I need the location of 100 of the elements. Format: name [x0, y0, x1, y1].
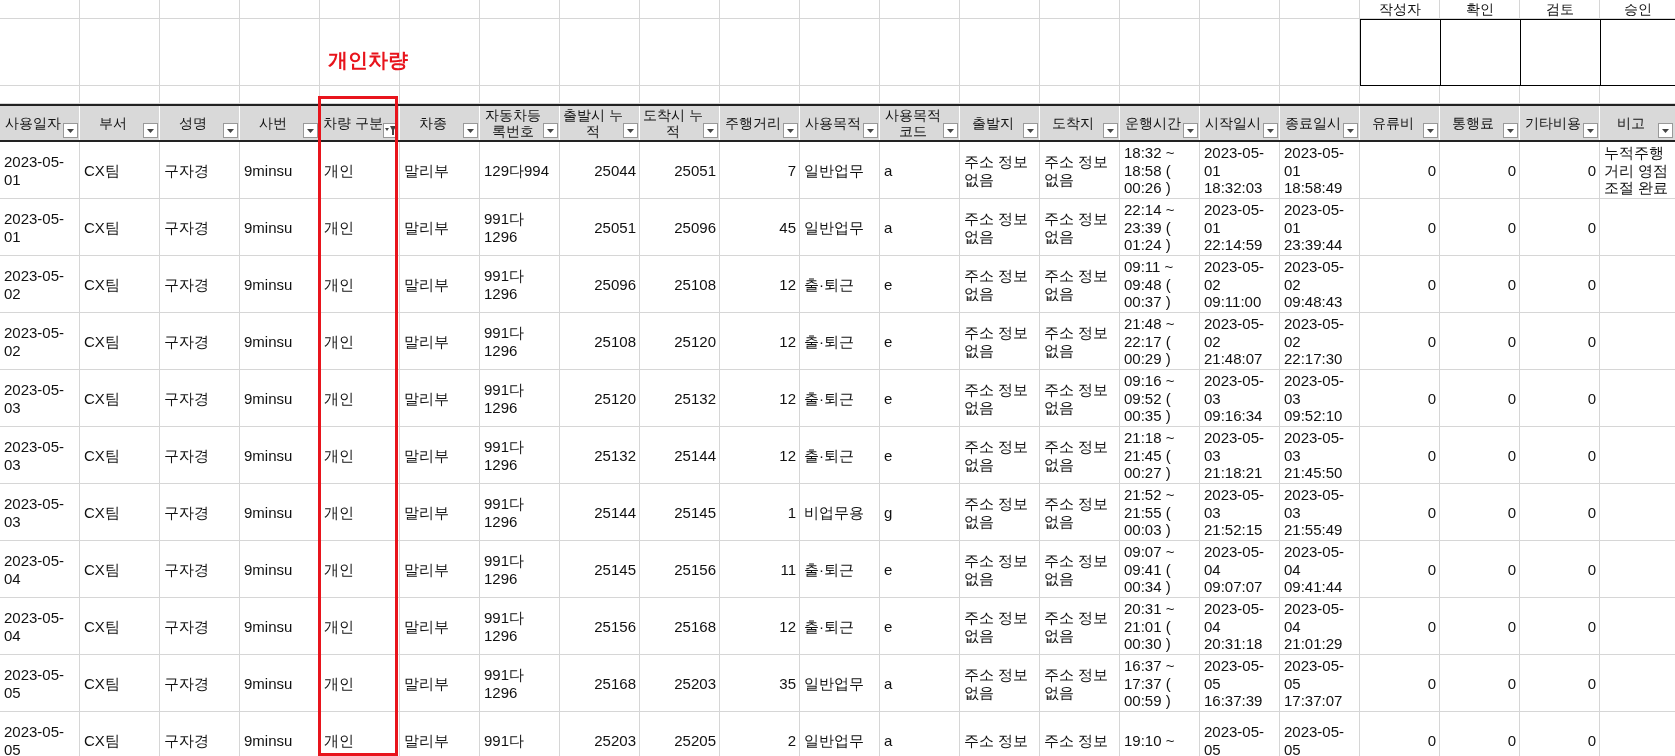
- dropdown-button[interactable]: [303, 123, 318, 138]
- table-cell-text: 2023-05-04: [4, 552, 66, 587]
- table-cell: 25144: [674, 446, 716, 465]
- column-header: 유류비: [1372, 115, 1414, 131]
- table-cell: CX팀: [84, 731, 120, 750]
- dropdown-button[interactable]: [1343, 123, 1358, 138]
- table-cell: 25108: [674, 275, 716, 294]
- dropdown-button[interactable]: [463, 123, 478, 138]
- table-cell: 비업무용: [804, 503, 864, 522]
- column-header: 출발시 누적: [563, 107, 623, 139]
- table-cell: 일반업무: [804, 674, 864, 693]
- table-cell: 25156: [674, 560, 716, 579]
- table-cell: 구자경: [164, 275, 209, 294]
- table-cell-text: 주소 정보 없음: [1044, 495, 1110, 530]
- dropdown-button[interactable]: [63, 123, 78, 138]
- table-cell: 0: [1507, 218, 1516, 237]
- approval-label: 확인: [1466, 0, 1494, 19]
- table-cell: 0: [1427, 446, 1436, 465]
- table-cell-text: 991다 1296: [484, 609, 526, 644]
- table-cell: 0: [1427, 389, 1436, 408]
- table-cell-text: 18:32 ~ 18:58 ( 00:26 ): [1124, 144, 1176, 197]
- table-cell-text: 주소 정보 없음: [1044, 210, 1110, 245]
- table-cell-text: 991다 1296: [484, 552, 526, 587]
- table-cell-text: 991다 1296: [484, 324, 526, 359]
- table-cell: 구자경: [164, 731, 209, 750]
- table-cell: 개인: [324, 332, 354, 351]
- dropdown-button[interactable]: [783, 123, 798, 138]
- table-cell: 0: [1507, 389, 1516, 408]
- table-cell-text: 2023-05-04 20:31:18: [1204, 600, 1266, 653]
- approval-label: 작성자: [1379, 0, 1421, 19]
- table-cell: CX팀: [84, 161, 120, 180]
- table-cell: 구자경: [164, 332, 209, 351]
- table-cell: 출·퇴근: [804, 332, 854, 351]
- dropdown-button[interactable]: [943, 123, 958, 138]
- dropdown-button[interactable]: [1183, 123, 1198, 138]
- table-cell-text: 20:31 ~ 21:01 ( 00:30 ): [1124, 600, 1176, 653]
- table-cell: 주소 정보: [964, 731, 1029, 750]
- dropdown-button[interactable]: [623, 123, 638, 138]
- dropdown-button[interactable]: [1263, 123, 1278, 138]
- table-cell-text: 2023-05-03 09:52:10: [1284, 372, 1346, 425]
- table-cell: 25144: [594, 503, 636, 522]
- table-cell: 12: [779, 332, 796, 351]
- table-cell: 0: [1587, 389, 1596, 408]
- dropdown-button[interactable]: [1023, 123, 1038, 138]
- table-cell: CX팀: [84, 218, 120, 237]
- table-cell: CX팀: [84, 332, 120, 351]
- table-cell: 말리부: [404, 731, 449, 750]
- table-cell: 0: [1587, 731, 1596, 750]
- dropdown-button[interactable]: [1103, 123, 1118, 138]
- table-cell: 0: [1507, 731, 1516, 750]
- table-cell: 말리부: [404, 446, 449, 465]
- table-cell: 구자경: [164, 674, 209, 693]
- table-cell-text: 2023-05-03 21:18:21: [1204, 429, 1266, 482]
- approval-label: 승인: [1623, 0, 1652, 19]
- table-cell: 구자경: [164, 389, 209, 408]
- table-cell: 25096: [594, 275, 636, 294]
- dropdown-button[interactable]: [1658, 123, 1673, 138]
- dropdown-button[interactable]: [143, 123, 158, 138]
- dropdown-button[interactable]: [1423, 123, 1438, 138]
- column-header: 차종: [419, 115, 447, 131]
- dropdown-button[interactable]: [543, 123, 558, 138]
- table-cell: a: [884, 161, 893, 180]
- table-cell-text: 주소 정보 없음: [1044, 381, 1110, 416]
- table-cell-text: 2023-05-03 09:16:34: [1204, 372, 1266, 425]
- table-cell: 9minsu: [244, 218, 293, 237]
- caret-icon: [306, 128, 315, 134]
- table-cell: 25051: [594, 218, 636, 237]
- dropdown-button[interactable]: [863, 123, 878, 138]
- table-cell: 0: [1507, 503, 1516, 522]
- table-cell: 구자경: [164, 503, 209, 522]
- table-cell-text: 2023-05-03: [4, 438, 66, 473]
- table-cell-text: 2023-05-02 22:17:30: [1284, 315, 1346, 368]
- column-header: 사용일자: [5, 115, 61, 131]
- table-cell: 9minsu: [244, 446, 293, 465]
- table-cell-text: 주소 정보 없음: [1044, 666, 1110, 701]
- table-cell: 구자경: [164, 560, 209, 579]
- table-cell: 말리부: [404, 674, 449, 693]
- table-cell-text: 2023-05-04 09:41:44: [1284, 543, 1346, 596]
- table-cell: 말리부: [404, 332, 449, 351]
- table-cell: 개인: [324, 731, 354, 750]
- table-cell: 0: [1427, 332, 1436, 351]
- dropdown-button[interactable]: [1503, 123, 1518, 138]
- table-cell: 주소 정보: [1044, 731, 1109, 750]
- column-header: 출발지: [972, 115, 1014, 131]
- table-cell: 구자경: [164, 218, 209, 237]
- table-cell: 25156: [594, 617, 636, 636]
- table-cell: 12: [779, 275, 796, 294]
- table-cell-text: 주소 정보 없음: [964, 495, 1030, 530]
- dropdown-button[interactable]: [703, 123, 718, 138]
- dropdown-button[interactable]: [223, 123, 238, 138]
- table-cell-text: 991다 1296: [484, 381, 526, 416]
- table-cell: e: [884, 617, 893, 636]
- table-cell: 25203: [674, 674, 716, 693]
- dropdown-button[interactable]: [1583, 123, 1598, 138]
- table-cell: 12: [779, 617, 796, 636]
- table-cell-text: 주소 정보 없음: [964, 267, 1030, 302]
- table-cell: 개인: [324, 389, 354, 408]
- table-cell-text: 2023-05-01 18:58:49: [1284, 144, 1346, 197]
- table-cell: CX팀: [84, 446, 120, 465]
- caret-icon: [466, 128, 475, 134]
